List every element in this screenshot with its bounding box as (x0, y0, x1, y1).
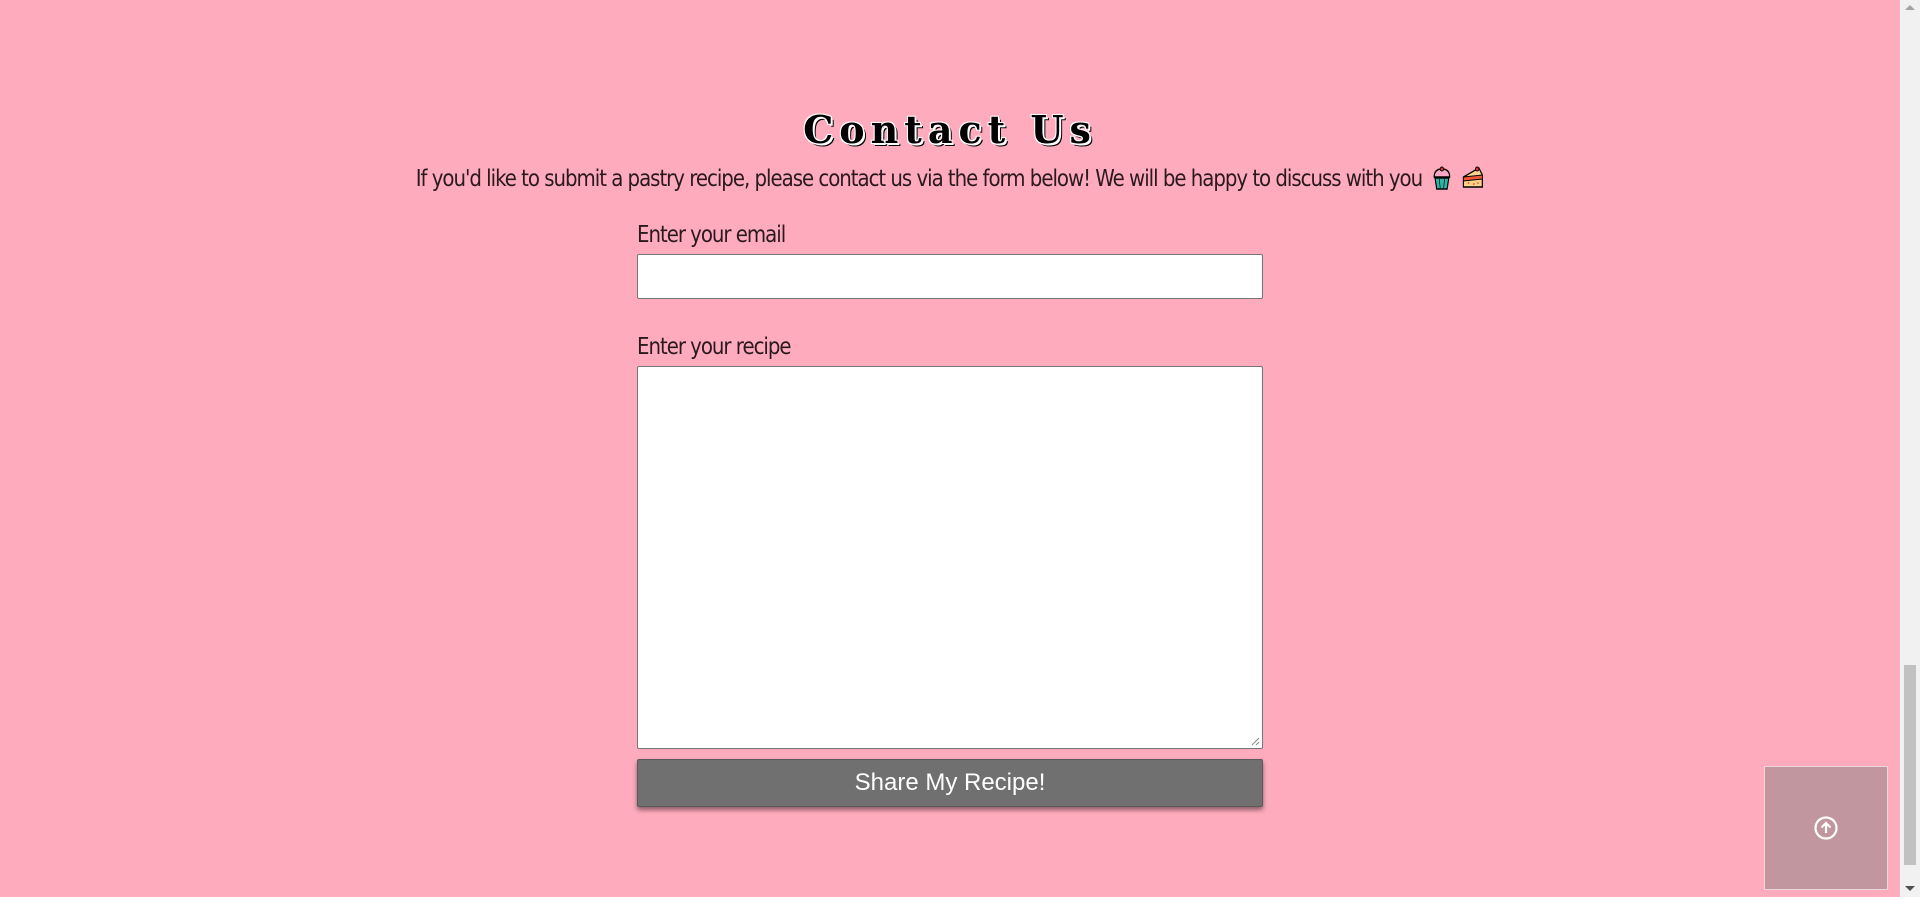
cake-slice-icon (1463, 166, 1484, 188)
email-label: Enter your email (637, 222, 786, 248)
resize-grip-icon[interactable] (1250, 736, 1260, 746)
cupcake-icon (1433, 166, 1451, 190)
share-recipe-button[interactable]: Share My Recipe! (637, 759, 1263, 807)
scroll-down-arrow-icon[interactable] (1905, 886, 1915, 891)
contact-intro: If you'd like to submit a pastry recipe,… (133, 164, 1767, 194)
contact-title: Contact Us (803, 107, 1097, 152)
contact-intro-text: If you'd like to submit a pastry recipe,… (415, 166, 1423, 192)
page: Contact Us If you'd like to submit a pas… (0, 0, 1900, 897)
scroll-up-arrow-icon[interactable] (1905, 5, 1915, 10)
arrow-up-circle-icon (1814, 816, 1838, 840)
vertical-scrollbar[interactable] (1900, 0, 1920, 897)
scrollbar-thumb[interactable] (1904, 665, 1916, 865)
email-field[interactable] (637, 254, 1263, 299)
recipe-textarea[interactable] (637, 366, 1263, 749)
back-to-top-button[interactable] (1764, 766, 1888, 890)
recipe-form: Enter your email Enter your recipe Share… (637, 220, 1263, 807)
recipe-label: Enter your recipe (637, 334, 792, 360)
